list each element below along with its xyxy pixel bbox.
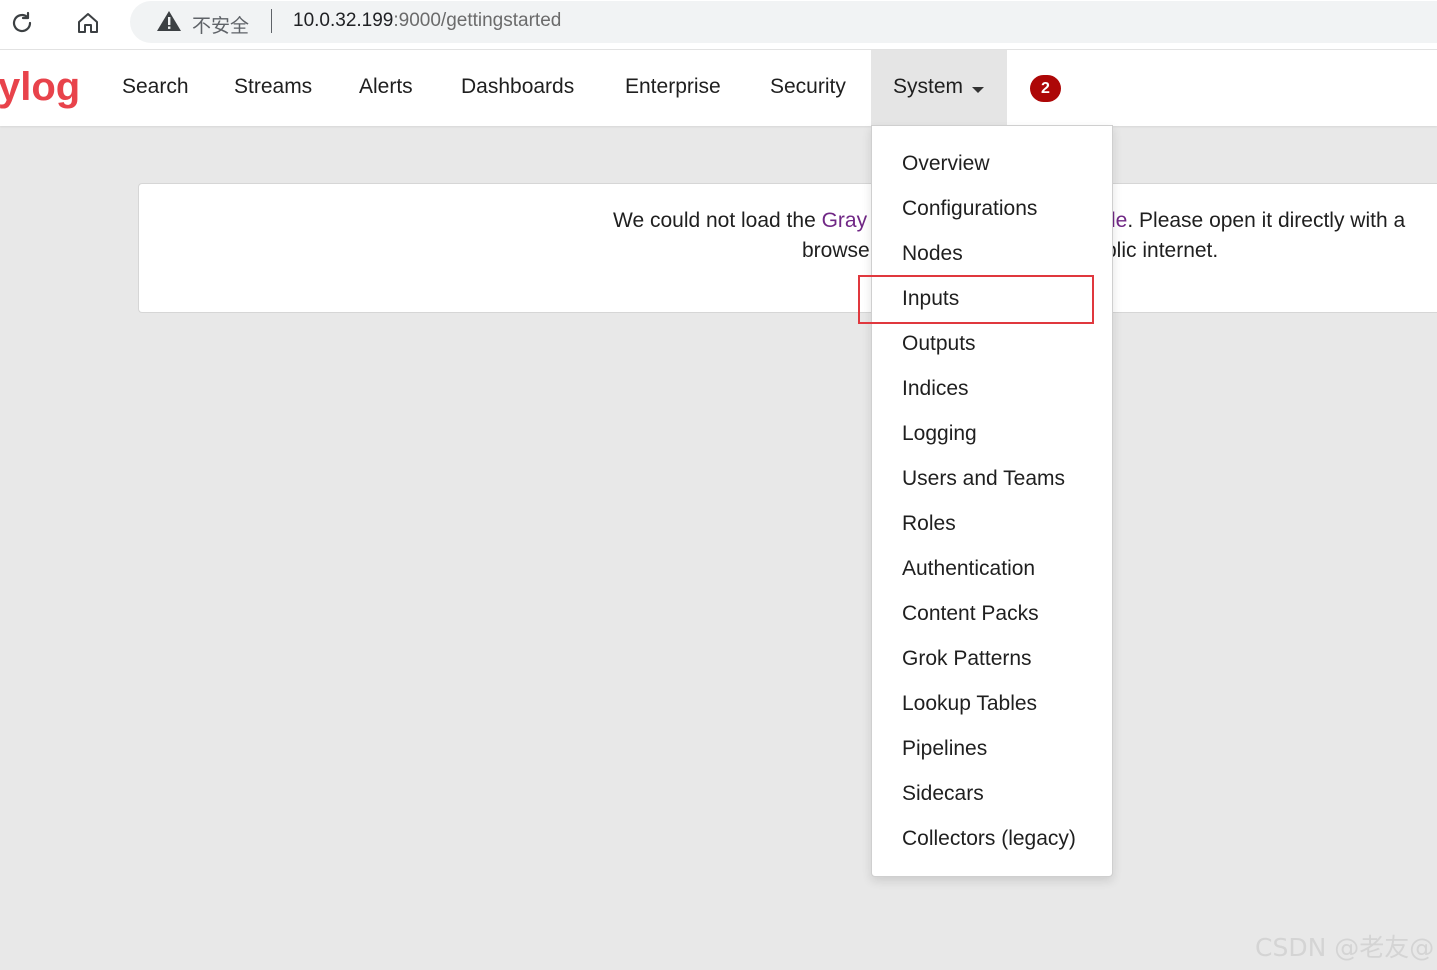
- menu-item-content-packs[interactable]: Content Packs: [902, 602, 1039, 626]
- menu-item-indices[interactable]: Indices: [902, 377, 969, 401]
- menu-item-pipelines[interactable]: Pipelines: [902, 737, 987, 761]
- message-text: We could not load the: [613, 209, 822, 232]
- message-link-end[interactable]: le: [1111, 209, 1127, 232]
- menu-item-authentication[interactable]: Authentication: [902, 557, 1035, 581]
- nav-system-label: System: [893, 75, 964, 98]
- nav-enterprise[interactable]: Enterprise: [625, 75, 721, 99]
- menu-item-overview[interactable]: Overview: [902, 152, 990, 176]
- message-line-1-end: le. Please open it directly with a: [1111, 209, 1405, 233]
- address-separator: [271, 9, 272, 33]
- menu-item-configurations[interactable]: Configurations: [902, 197, 1037, 221]
- menu-item-users-and-teams[interactable]: Users and Teams: [902, 467, 1065, 491]
- notification-badge[interactable]: 2: [1030, 75, 1061, 102]
- warning-icon[interactable]: [156, 9, 182, 38]
- url-path: :9000/gettingstarted: [393, 10, 562, 31]
- menu-item-roles[interactable]: Roles: [902, 512, 956, 536]
- address-bar[interactable]: 不安全 10.0.32.199:9000/gettingstarted: [130, 1, 1437, 43]
- insecure-label[interactable]: 不安全: [192, 11, 249, 38]
- message-line-2-end: blic internet.: [1105, 239, 1219, 262]
- message-link[interactable]: Gray: [822, 209, 868, 232]
- getting-started-panel: [138, 183, 1437, 313]
- menu-item-logging[interactable]: Logging: [902, 422, 977, 446]
- inputs-highlight-annotation: [858, 275, 1094, 324]
- menu-item-outputs[interactable]: Outputs: [902, 332, 976, 356]
- nav-system-dropdown[interactable]: System: [871, 50, 1007, 126]
- menu-item-lookup-tables[interactable]: Lookup Tables: [902, 692, 1037, 716]
- message-line-1: We could not load the Gray: [613, 209, 867, 233]
- top-navbar: ylog Search Streams Alerts Dashboards En…: [0, 50, 1437, 126]
- menu-item-collectors-legacy[interactable]: Collectors (legacy): [902, 827, 1076, 851]
- caret-down-icon: [972, 87, 984, 93]
- menu-item-grok-patterns[interactable]: Grok Patterns: [902, 647, 1032, 671]
- system-menu: Overview Configurations Nodes Inputs Out…: [871, 125, 1113, 877]
- nav-alerts[interactable]: Alerts: [359, 75, 413, 99]
- nav-security[interactable]: Security: [770, 75, 846, 99]
- graylog-logo[interactable]: ylog: [0, 62, 82, 117]
- nav-streams[interactable]: Streams: [234, 75, 312, 99]
- watermark: CSDN @老友@: [1255, 933, 1435, 962]
- menu-item-sidecars[interactable]: Sidecars: [902, 782, 984, 806]
- menu-item-nodes[interactable]: Nodes: [902, 242, 963, 266]
- url-text[interactable]: 10.0.32.199:9000/gettingstarted: [293, 10, 561, 32]
- home-icon[interactable]: [71, 6, 105, 40]
- reload-icon[interactable]: [5, 6, 39, 40]
- message-text-end: . Please open it directly with a: [1127, 209, 1406, 232]
- message-line-2: browse: [802, 239, 870, 262]
- nav-dashboards[interactable]: Dashboards: [461, 75, 574, 99]
- svg-text:ylog: ylog: [0, 65, 80, 109]
- url-host: 10.0.32.199: [293, 10, 394, 31]
- browser-toolbar: 不安全 10.0.32.199:9000/gettingstarted: [0, 0, 1437, 50]
- nav-search[interactable]: Search: [122, 75, 189, 99]
